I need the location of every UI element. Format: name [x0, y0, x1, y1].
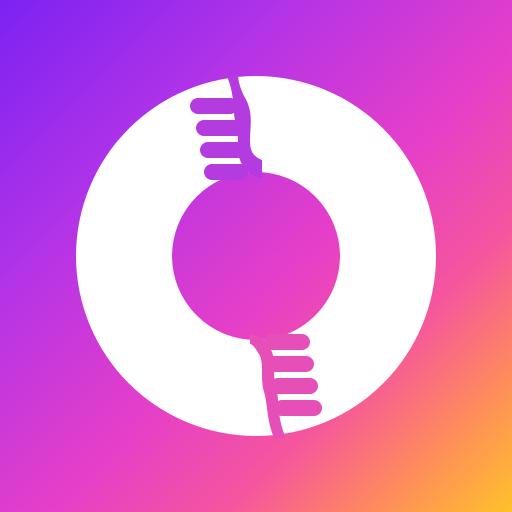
app-icon — [0, 0, 512, 512]
app-logo-icon — [0, 0, 512, 512]
